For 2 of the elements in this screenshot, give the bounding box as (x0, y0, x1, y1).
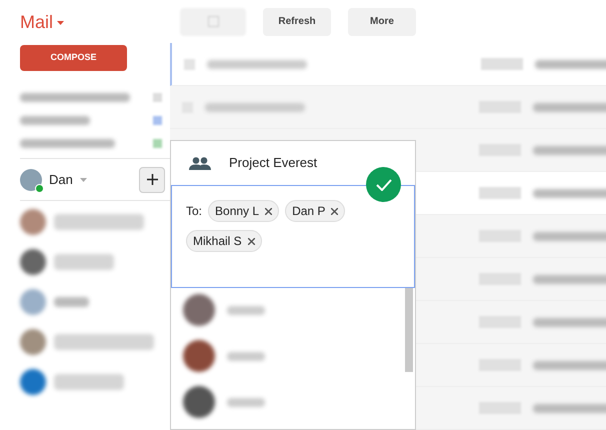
group-title: Project Everest (229, 154, 318, 172)
to-label: To: (186, 203, 202, 220)
